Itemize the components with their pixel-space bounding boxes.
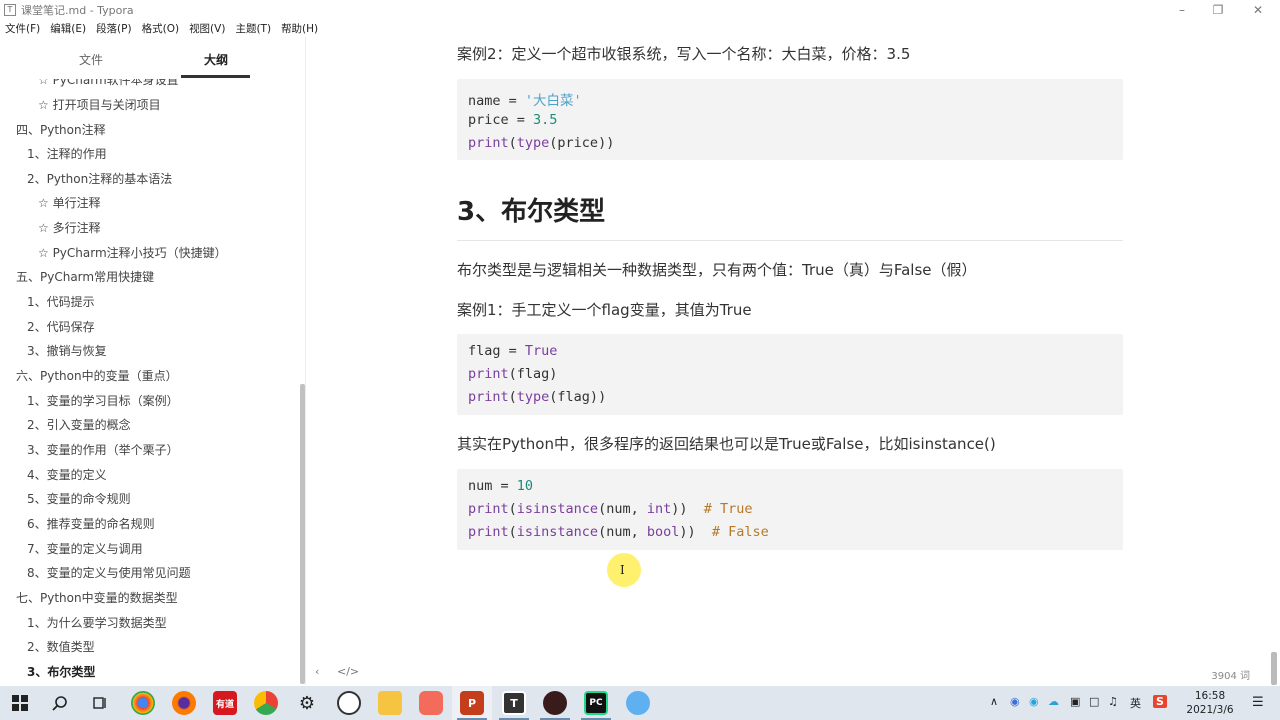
- outline-item[interactable]: 2、代码保存: [27, 318, 95, 336]
- word-count[interactable]: 3904 词: [1211, 667, 1250, 682]
- recorder-icon[interactable]: [543, 691, 567, 715]
- editor-scrollbar-thumb[interactable]: [1271, 652, 1277, 685]
- code-block-2[interactable]: flag = True print(flag) print(type(flag)…: [457, 334, 1123, 415]
- code-line: name = '大白菜': [468, 93, 582, 109]
- tab-outline[interactable]: 大纲: [204, 51, 228, 68]
- tray-app-icon[interactable]: □: [1089, 695, 1099, 708]
- case1-paragraph: 案例1：手工定义一个flag变量，其值为True: [457, 301, 752, 319]
- menu-edit[interactable]: 编辑(E): [50, 21, 86, 36]
- code-line: print(type(price)): [468, 135, 615, 151]
- outline-item[interactable]: ☆ 单行注释: [38, 194, 101, 212]
- code-block-1[interactable]: name = '大白菜' price = 3.5 print(type(pric…: [457, 79, 1123, 160]
- typora-icon[interactable]: T: [502, 691, 526, 715]
- outline-item[interactable]: ☆ PyCharm注释小技巧（快捷键）: [38, 244, 227, 262]
- outline-item[interactable]: 2、数值类型: [27, 638, 95, 656]
- outline-item[interactable]: 2、Python注释的基本语法: [27, 170, 172, 188]
- outline-item[interactable]: 1、注释的作用: [27, 145, 107, 163]
- outline-item[interactable]: 1、为什么要学习数据类型: [27, 614, 167, 632]
- toggle-sidebar-button[interactable]: ‹: [315, 665, 319, 678]
- heading-divider: [457, 240, 1123, 241]
- clock-time: 16:58: [1194, 690, 1226, 702]
- outline-item[interactable]: 六、Python中的变量（重点）: [16, 367, 178, 385]
- menu-theme[interactable]: 主题(T): [235, 21, 271, 36]
- code-line: print(type(flag)): [468, 389, 607, 405]
- isinstance-paragraph: 其实在Python中，很多程序的返回结果也可以是True或False，比如isi…: [457, 435, 996, 453]
- outline-item[interactable]: 5、变量的命令规则: [27, 490, 131, 508]
- sidebar-scrollbar-thumb[interactable]: [300, 384, 305, 684]
- close-icon[interactable]: ✕: [1240, 0, 1276, 20]
- typora-app-icon: T: [4, 4, 16, 16]
- windows-start-icon[interactable]: [10, 693, 30, 713]
- bool-description: 布尔类型是与逻辑相关一种数据类型，只有两个值：True（真）与False（假）: [457, 261, 977, 279]
- outline-item[interactable]: 3、变量的作用（举个栗子）: [27, 441, 179, 459]
- outline-item-active[interactable]: 3、布尔类型: [27, 663, 95, 681]
- obs-icon[interactable]: [337, 691, 361, 715]
- tray-app-icon[interactable]: ◉: [1010, 695, 1020, 708]
- menu-paragraph[interactable]: 段落(P): [96, 21, 132, 36]
- pycharm-icon[interactable]: PC: [584, 691, 608, 715]
- firefox-icon[interactable]: [172, 691, 196, 715]
- search-icon[interactable]: [50, 693, 70, 713]
- outline-item[interactable]: 6、推荐变量的命名规则: [27, 515, 155, 533]
- volume-icon[interactable]: ♫: [1108, 695, 1118, 708]
- source-mode-button[interactable]: </>: [337, 665, 359, 678]
- text-cursor-icon: I: [620, 563, 625, 577]
- sogou-ime-icon[interactable]: S: [1153, 695, 1167, 708]
- outline-item[interactable]: 2、引入变量的概念: [27, 416, 131, 434]
- outline-item[interactable]: 五、PyCharm常用快捷键: [16, 268, 154, 286]
- code-line: price = 3.5: [468, 112, 558, 128]
- outline-item[interactable]: 8、变量的定义与使用常见问题: [27, 564, 191, 582]
- outline-item[interactable]: 7、变量的定义与调用: [27, 540, 143, 558]
- code-line: num = 10: [468, 478, 534, 494]
- menu-file[interactable]: 文件(F): [5, 21, 40, 36]
- outline-item[interactable]: ☆ 打开项目与关闭项目: [38, 96, 161, 114]
- code-line: flag = True: [468, 343, 558, 359]
- ime-indicator[interactable]: 英: [1130, 695, 1141, 711]
- screen-recorder-icon[interactable]: [419, 691, 443, 715]
- notification-icon[interactable]: ☰: [1252, 695, 1264, 710]
- menu-format[interactable]: 格式(O): [142, 21, 179, 36]
- menu-help[interactable]: 帮助(H): [281, 21, 318, 36]
- title-bar: T 课堂笔记.md - Typora – ❐ ✕: [0, 0, 1280, 20]
- powerpoint-icon[interactable]: P: [460, 691, 484, 715]
- window-title: 课堂笔记.md - Typora: [21, 4, 134, 17]
- case2-paragraph: 案例2：定义一个超市收银系统，写入一个名称：大白菜，价格：3.5: [457, 45, 911, 63]
- clock-date: 2021/3/6: [1186, 704, 1234, 716]
- weather-icon[interactable]: [626, 691, 650, 715]
- restore-icon[interactable]: ❐: [1200, 0, 1236, 20]
- chrome-icon[interactable]: [131, 691, 155, 715]
- minimize-icon[interactable]: –: [1164, 0, 1200, 20]
- task-view-icon[interactable]: [90, 693, 110, 713]
- sidebar-tabs: 文件 大纲: [0, 37, 305, 79]
- chromium-icon[interactable]: [254, 691, 278, 715]
- tray-cloud-icon[interactable]: ☁: [1048, 695, 1059, 708]
- tray-app-icon[interactable]: ◉: [1029, 695, 1039, 708]
- outline-item[interactable]: 3、撤销与恢复: [27, 342, 107, 360]
- heading-bool-type: 3、布尔类型: [457, 197, 606, 227]
- clock[interactable]: 16:58 2021/3/6: [1180, 689, 1240, 717]
- tray-expand-icon[interactable]: ∧: [990, 695, 998, 708]
- editor[interactable]: 案例2：定义一个超市收银系统，写入一个名称：大白菜，价格：3.5 name = …: [307, 37, 1280, 665]
- outline-item[interactable]: 1、变量的学习目标（案例）: [27, 392, 179, 410]
- code-line: print(flag): [468, 366, 558, 382]
- sidebar: ☆ PyCharm软件本身设置 ☆ 打开项目与关闭项目 四、Python注释 1…: [0, 37, 306, 685]
- network-icon[interactable]: ▣: [1070, 695, 1080, 708]
- taskbar: 有道 ⚙ P T PC ∧ ◉ ◉ ☁ ▣ □ ♫ 英 S 16:58 2021…: [0, 686, 1280, 720]
- outline-item[interactable]: 四、Python注释: [16, 121, 106, 139]
- file-explorer-icon[interactable]: [378, 691, 402, 715]
- status-bar: ‹ </> 3904 词: [306, 665, 1280, 685]
- code-block-3[interactable]: num = 10 print(isinstance(num, int)) # T…: [457, 469, 1123, 550]
- menu-view[interactable]: 视图(V): [189, 21, 225, 36]
- menu-bar: 文件(F) 编辑(E) 段落(P) 格式(O) 视图(V) 主题(T) 帮助(H…: [0, 20, 328, 37]
- outline-item[interactable]: 七、Python中变量的数据类型: [16, 589, 178, 607]
- tab-files[interactable]: 文件: [79, 51, 103, 68]
- youdao-icon[interactable]: 有道: [213, 691, 237, 715]
- settings-gear-icon[interactable]: ⚙: [297, 693, 317, 714]
- outline-item[interactable]: 1、代码提示: [27, 293, 95, 311]
- outline-item[interactable]: 4、变量的定义: [27, 466, 107, 484]
- outline-item[interactable]: ☆ 多行注释: [38, 219, 101, 237]
- active-tab-indicator: [181, 75, 250, 78]
- code-line: print(isinstance(num, bool)) # False: [468, 524, 769, 540]
- code-line: print(isinstance(num, int)) # True: [468, 501, 753, 517]
